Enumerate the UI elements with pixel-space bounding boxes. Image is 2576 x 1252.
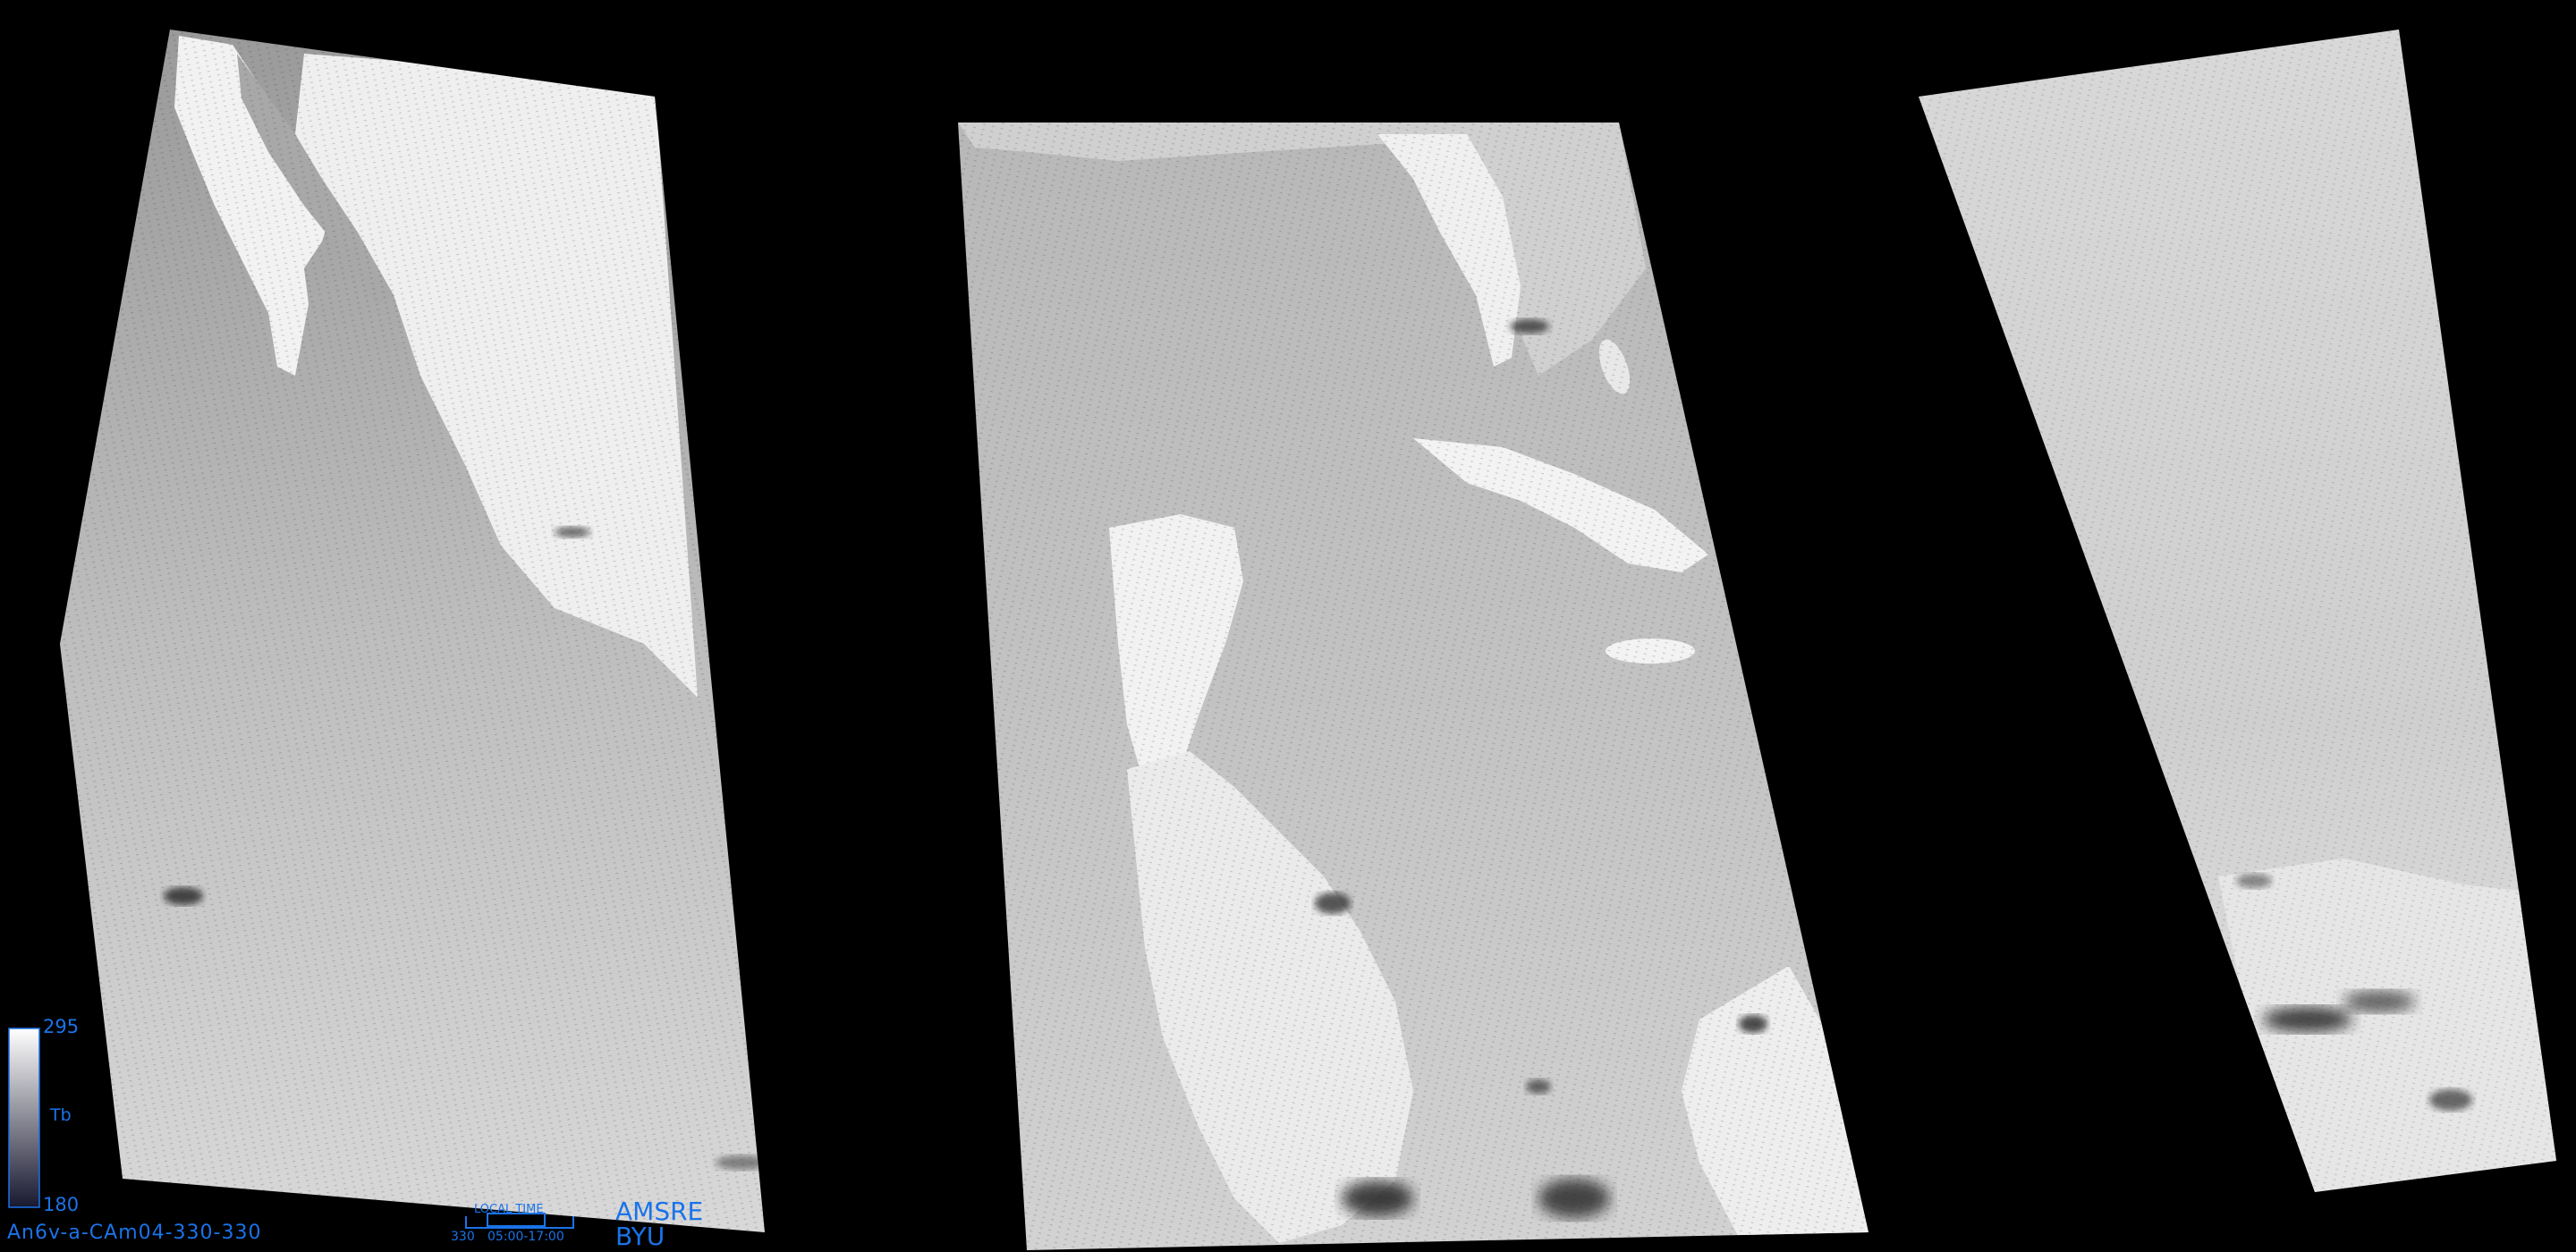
colorbar-unit-label: Tb xyxy=(50,1105,72,1125)
brightness-colorbar xyxy=(8,1028,40,1208)
colorbar-max-label: 295 xyxy=(43,1016,80,1037)
satellite-image-scene xyxy=(8,30,2556,1250)
local-time-scale-bar xyxy=(465,1213,574,1229)
swath-3 xyxy=(1919,30,2556,1192)
swath-1 xyxy=(60,30,765,1232)
local-time-title: LOCAL TIME xyxy=(474,1203,544,1216)
colorbar-min-label: 180 xyxy=(43,1194,80,1215)
institution-label: BYU xyxy=(615,1222,665,1251)
swath-2 xyxy=(958,123,1868,1250)
local-time-range-label: 05:00-17:00 xyxy=(487,1230,564,1244)
image-id-label: An6v-a-CAm04-330-330 xyxy=(7,1222,262,1244)
local-time-day-label: 330 xyxy=(451,1230,475,1244)
